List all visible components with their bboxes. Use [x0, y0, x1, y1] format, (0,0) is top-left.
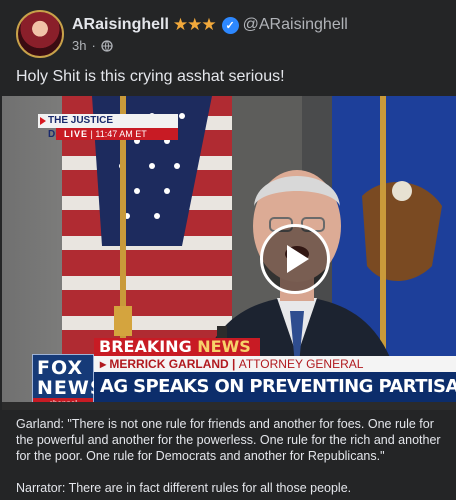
news-ticker: [2, 402, 456, 410]
separator-dot: ·: [91, 38, 96, 53]
video-caption: Garland: "There is not one rule for frie…: [16, 416, 446, 500]
author-name[interactable]: ARaisinghell: [72, 16, 169, 34]
verified-badge-icon: ✓: [221, 16, 239, 34]
speaker-name-bar: ▸ MERRICK GARLAND | ATTORNEY GENERAL: [94, 356, 456, 372]
caption-narrator: Narrator: There are in fact different ru…: [16, 481, 352, 495]
stars-badge: ★★★: [172, 15, 217, 34]
post-text: Holy Shit is this crying asshat serious!: [16, 68, 285, 85]
video-player[interactable]: THE JUSTICE DEPARTMENT LIVE | 11:47 AM E…: [2, 96, 456, 410]
breaking-news-label: BREAKING NEWS: [94, 338, 260, 356]
play-button[interactable]: [260, 224, 330, 294]
author-name-row: ARaisinghell ★★★ ✓ @ARaisinghell: [72, 14, 348, 36]
live-banner-title: THE JUSTICE DEPARTMENT: [38, 114, 178, 140]
author-handle[interactable]: @ARaisinghell: [243, 16, 348, 34]
live-banner: THE JUSTICE DEPARTMENT LIVE | 11:47 AM E…: [38, 114, 178, 140]
news-headline: AG SPEAKS ON PREVENTING PARTISAN INFLUEN…: [94, 372, 456, 402]
caption-quote: Garland: "There is not one rule for frie…: [16, 417, 441, 463]
post-timestamp[interactable]: 3h: [72, 38, 86, 53]
play-icon: [287, 245, 309, 273]
post-meta: 3h ·: [72, 38, 113, 53]
globe-icon: [101, 39, 113, 52]
author-avatar[interactable]: [16, 10, 64, 58]
post-header: ARaisinghell ★★★ ✓ @ARaisinghell 3h ·: [0, 0, 456, 62]
live-banner-status: LIVE | 11:47 AM ET: [56, 128, 178, 140]
